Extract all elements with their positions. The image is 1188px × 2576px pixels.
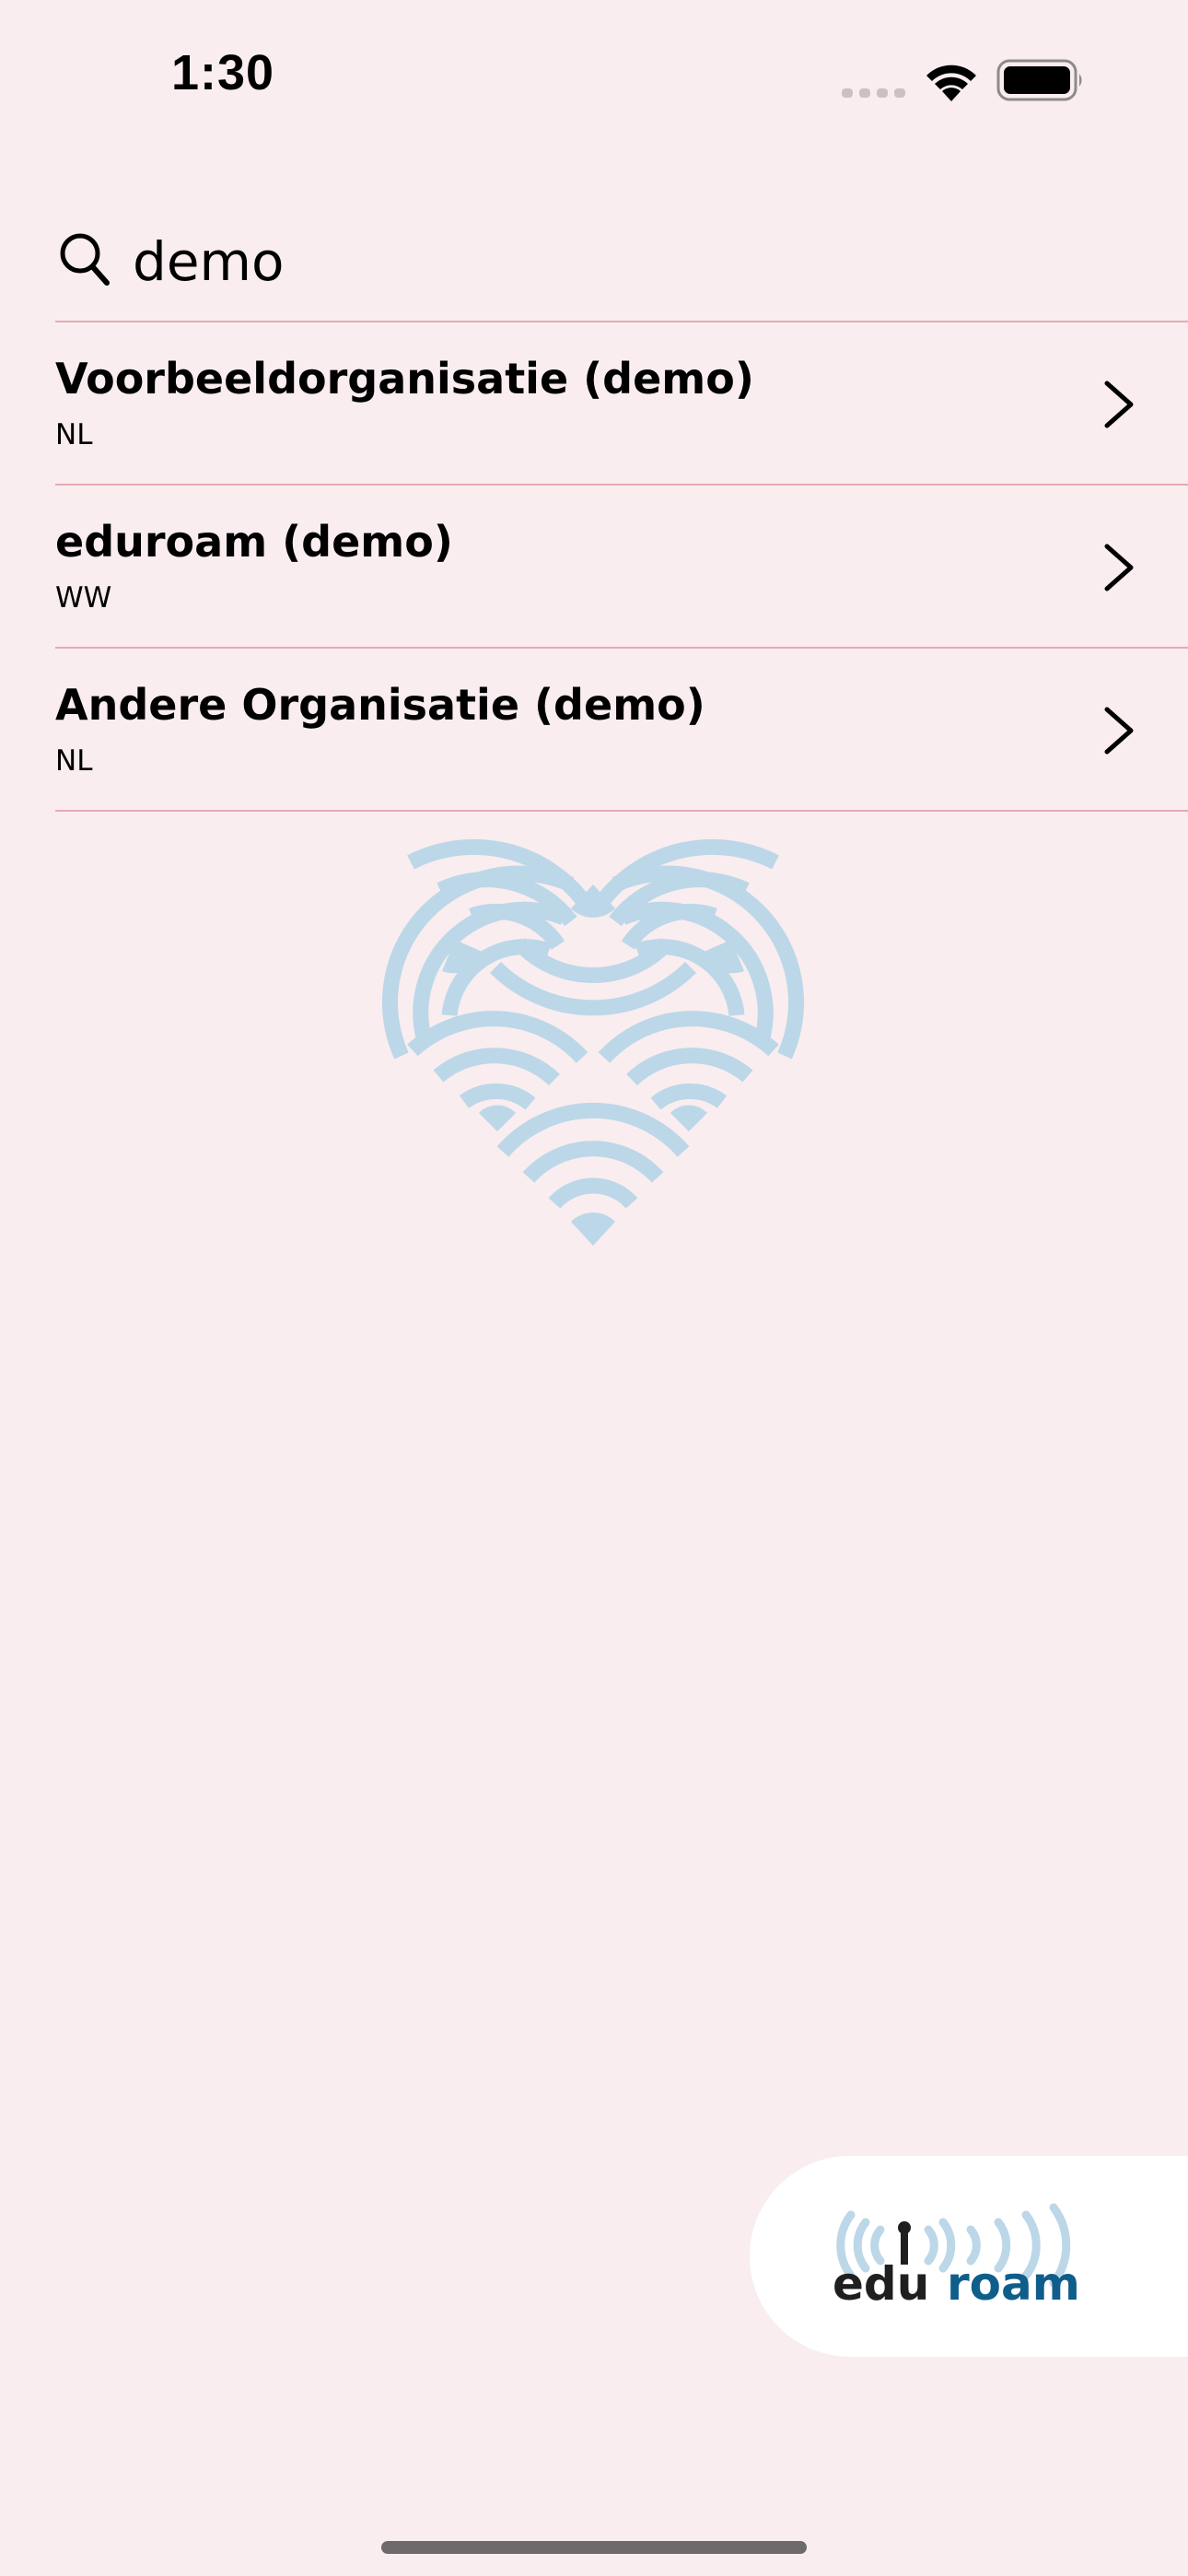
organisation-country: NL [55, 418, 93, 451]
list-item[interactable]: Andere Organisatie (demo) NL [55, 649, 1188, 812]
eduroam-logo-text-edu: edu [833, 2257, 929, 2311]
list-item[interactable]: Voorbeeldorganisatie (demo) NL [55, 322, 1188, 486]
cellular-signal-icon [842, 88, 905, 98]
eduroam-logo-text-roam: roam [947, 2257, 1080, 2311]
eduroam-logo: edu roam [833, 2203, 1080, 2311]
chevron-right-icon [1104, 381, 1134, 428]
heart-wifi-illustration [381, 838, 805, 1246]
eduroam-logo-badge: edu roam [750, 2156, 1188, 2357]
organisation-name: eduroam (demo) [55, 517, 453, 567]
chevron-right-icon [1104, 544, 1134, 591]
home-indicator[interactable] [381, 2541, 807, 2554]
chevron-right-icon [1104, 707, 1134, 755]
organisation-name: Andere Organisatie (demo) [55, 680, 705, 730]
search-input[interactable] [133, 217, 1146, 306]
status-time: 1:30 [171, 45, 275, 100]
status-bar: 1:30 [0, 0, 1188, 157]
organisation-name: Voorbeeldorganisatie (demo) [55, 354, 754, 404]
result-list: Voorbeeldorganisatie (demo) NL eduroam (… [55, 322, 1188, 812]
battery-icon [996, 59, 1082, 101]
wifi-icon [926, 64, 976, 101]
search-bar [55, 212, 1188, 322]
organisation-country: NL [55, 744, 93, 778]
organisation-country: WW [55, 581, 112, 615]
list-item[interactable]: eduroam (demo) WW [55, 486, 1188, 649]
search-icon [60, 233, 110, 286]
